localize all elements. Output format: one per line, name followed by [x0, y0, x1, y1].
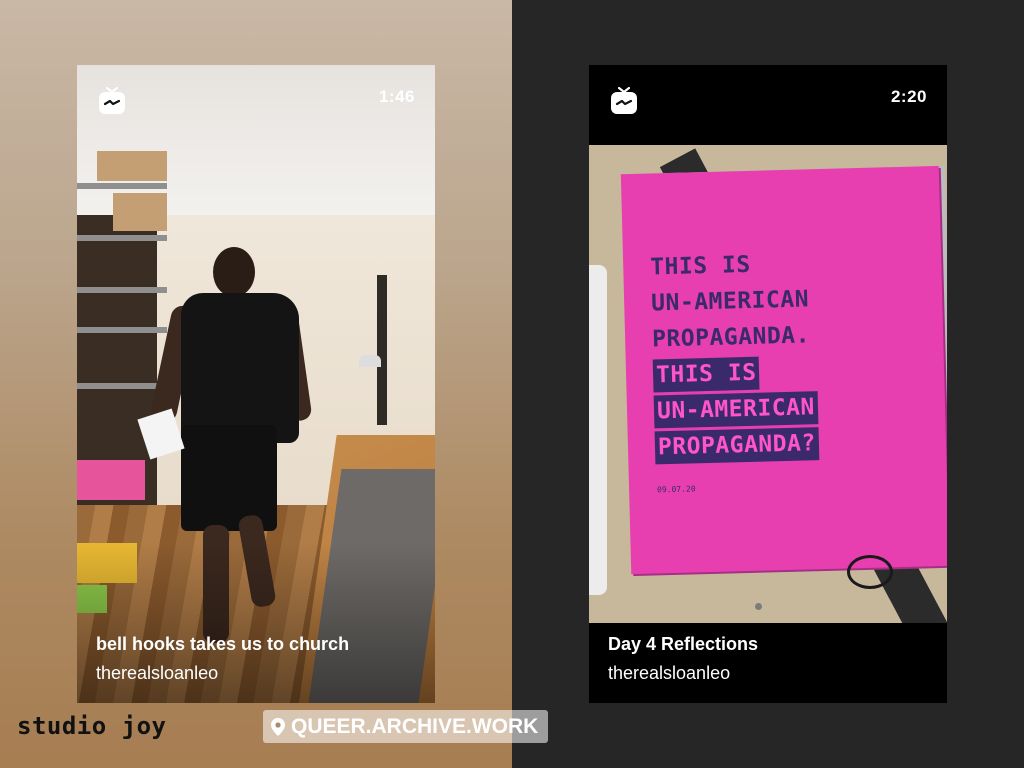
poster-book: THIS IS UN-AMERICAN PROPAGANDA. THIS IS … — [620, 165, 947, 575]
video-title[interactable]: bell hooks takes us to church — [96, 633, 416, 655]
video-username[interactable]: therealsloanleo — [608, 661, 928, 685]
video-title[interactable]: Day 4 Reflections — [608, 633, 928, 655]
poster-highlight-line: UN-AMERICAN — [653, 391, 819, 429]
video-duration: 2:20 — [890, 87, 927, 106]
text-sticker: studio joy — [17, 712, 167, 740]
video-caption: Day 4 Reflections therealsloanleo — [608, 633, 928, 685]
poster-text: THIS IS UN-AMERICAN PROPAGANDA. THIS IS … — [649, 245, 820, 465]
location-tag[interactable]: QUEER.ARCHIVE.WORK — [263, 710, 549, 743]
video-username[interactable]: therealsloanleo — [96, 661, 416, 685]
pagination-dot — [755, 603, 762, 610]
poster-line: THIS IS — [649, 251, 752, 281]
poster-date: 09.07.20 — [656, 484, 696, 495]
video-duration: 1:46 — [378, 87, 415, 106]
video-thumbnail-left — [77, 65, 435, 703]
poster-line: PROPAGANDA. — [651, 322, 811, 353]
video-card-left[interactable]: 1:46 bell hooks takes us to church there… — [77, 65, 435, 703]
location-label: QUEER.ARCHIVE.WORK — [291, 714, 539, 738]
poster-highlight-line: PROPAGANDA? — [654, 427, 820, 465]
poster-line: UN-AMERICAN — [650, 286, 810, 317]
video-thumbnail-right: THIS IS UN-AMERICAN PROPAGANDA. THIS IS … — [589, 145, 947, 623]
poster-highlight-line: THIS IS — [652, 356, 760, 393]
igtv-icon — [611, 86, 637, 114]
igtv-icon — [99, 86, 125, 114]
video-caption: bell hooks takes us to church therealslo… — [96, 633, 416, 685]
video-card-right[interactable]: THIS IS UN-AMERICAN PROPAGANDA. THIS IS … — [589, 65, 947, 703]
location-pin-icon — [271, 717, 285, 736]
